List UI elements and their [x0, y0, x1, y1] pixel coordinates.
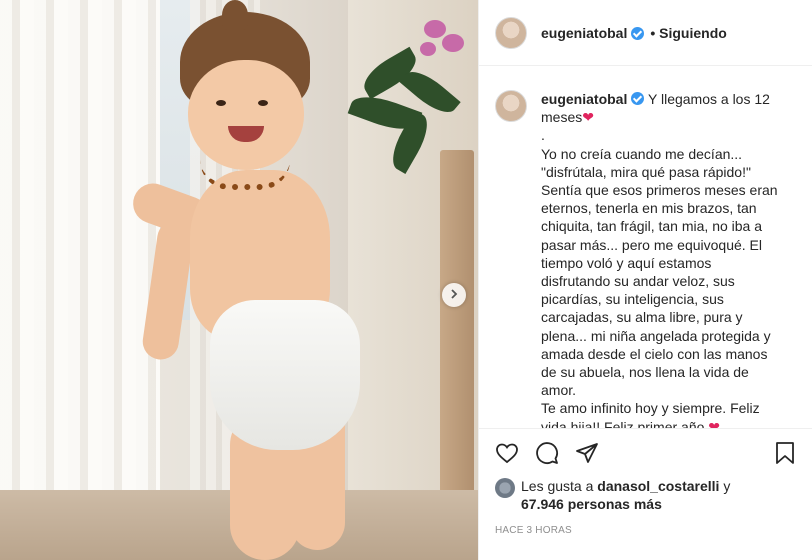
caption-line: Sentía que esos primeros meses eran: [541, 182, 778, 199]
username-link[interactable]: eugeniatobal: [541, 25, 627, 41]
chevron-right-icon: [449, 286, 459, 304]
caption-line: "disfrútala, mira qué pasa rápido!": [541, 163, 751, 180]
caption-username[interactable]: eugeniatobal: [541, 91, 627, 107]
heart-emoji: ❤: [582, 109, 594, 126]
caption-line: Te amo infinito hoy y siempre. Feliz: [541, 400, 760, 417]
action-bar: [495, 441, 797, 465]
caption-line: chiquita, tan frágil, tan mia, no iba a: [541, 218, 763, 235]
next-slide-button[interactable]: [442, 283, 466, 307]
heart-emoji: ❤: [708, 418, 721, 428]
caption-line: .: [541, 127, 545, 144]
caption-line: pasar más... pero me equivoqué. El: [541, 236, 763, 253]
heart-outline-icon[interactable]: [495, 441, 519, 465]
caption-line: de su abuela, nos llena la vida de: [541, 364, 749, 381]
verified-badge-icon: [631, 27, 645, 40]
liker-avatar[interactable]: [495, 478, 515, 498]
post-actions: Les gusta a danasol_costarelli y 67.946 …: [479, 428, 812, 536]
comment-icon[interactable]: [535, 441, 559, 465]
caption-line: disfrutando su andar veloz, sus: [541, 273, 735, 290]
caption-line: eternos, tenerla en mis brazos, tan: [541, 200, 757, 217]
caption-line: vida hija!! Feliz primer año ❤: [541, 418, 797, 428]
verified-badge-icon: [631, 92, 645, 105]
post-side-panel: eugeniatobal • Siguiendo eugeniatobal Y …: [478, 0, 812, 560]
caption-line-1: eugeniatobal Y llegamos a los 12: [541, 91, 770, 107]
caption-line: picardías, su inteligencia, sus: [541, 291, 724, 308]
baby-figure: [127, 0, 380, 560]
post-photo[interactable]: [0, 0, 478, 560]
caption-text: eugeniatobal Y llegamos a los 12 meses❤ …: [541, 90, 797, 428]
likes-summary: Les gusta a danasol_costarelli y 67.946 …: [495, 477, 797, 513]
caption-line-2: meses❤: [541, 109, 594, 126]
caption-line: amor.: [541, 382, 577, 399]
post-timestamp[interactable]: HACE 3 HORAS: [495, 525, 797, 536]
caption-avatar[interactable]: [495, 90, 527, 122]
bookmark-icon[interactable]: [773, 441, 797, 465]
caption-line: carcajadas, su alma libre, pura y: [541, 309, 743, 326]
likes-count-link[interactable]: 67.946 personas más: [521, 496, 662, 512]
instagram-post-modal: eugeniatobal • Siguiendo eugeniatobal Y …: [0, 0, 812, 560]
avatar[interactable]: [495, 16, 527, 49]
caption-line: plena... mi niña angelada protegida y: [541, 327, 771, 344]
caption-line: tiempo voló y aquí estamos: [541, 254, 712, 271]
likes-text: Les gusta a danasol_costarelli y 67.946 …: [521, 478, 731, 512]
caption-line: Yo no creía cuando me decían...: [541, 145, 743, 162]
post-header: eugeniatobal • Siguiendo: [479, 0, 812, 66]
caption-area: eugeniatobal Y llegamos a los 12 meses❤ …: [479, 66, 812, 428]
follow-status-button[interactable]: • Siguiendo: [650, 25, 726, 41]
send-icon[interactable]: [575, 441, 599, 465]
wood-shelf: [440, 150, 474, 520]
caption-line: amada desde el cielo con las manos: [541, 345, 768, 362]
liker-username-link[interactable]: danasol_costarelli: [597, 478, 719, 494]
